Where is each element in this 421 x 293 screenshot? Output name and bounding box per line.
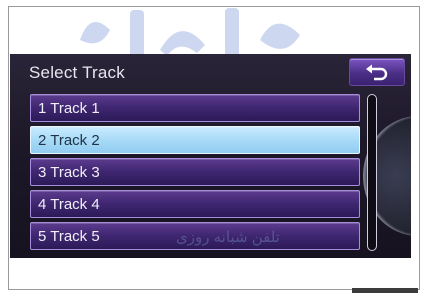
page-title: Select Track (29, 63, 125, 82)
track-selection-screen: Select Track 1 Track 1 2 Track 2 3 Track… (10, 54, 411, 258)
track-item-4[interactable]: 4 Track 4 (30, 190, 360, 218)
track-item-3[interactable]: 3 Track 3 (30, 158, 360, 186)
track-item-2[interactable]: 2 Track 2 (30, 126, 360, 154)
track-label: 4 Track 4 (38, 196, 100, 213)
track-label: 3 Track 3 (38, 164, 100, 181)
track-label: 1 Track 1 (38, 100, 100, 117)
return-arrow-icon (366, 64, 388, 81)
track-item-1[interactable]: 1 Track 1 (30, 94, 360, 122)
scrollbar[interactable] (367, 94, 377, 251)
track-label: 2 Track 2 (38, 132, 100, 149)
image-code-tag (352, 288, 418, 293)
header: Select Track (10, 54, 411, 92)
track-label: 5 Track 5 (38, 228, 100, 245)
back-button[interactable] (349, 58, 405, 86)
track-list: 1 Track 1 2 Track 2 3 Track 3 4 Track 4 … (30, 94, 360, 252)
track-item-5[interactable]: 5 Track 5 (30, 222, 360, 250)
